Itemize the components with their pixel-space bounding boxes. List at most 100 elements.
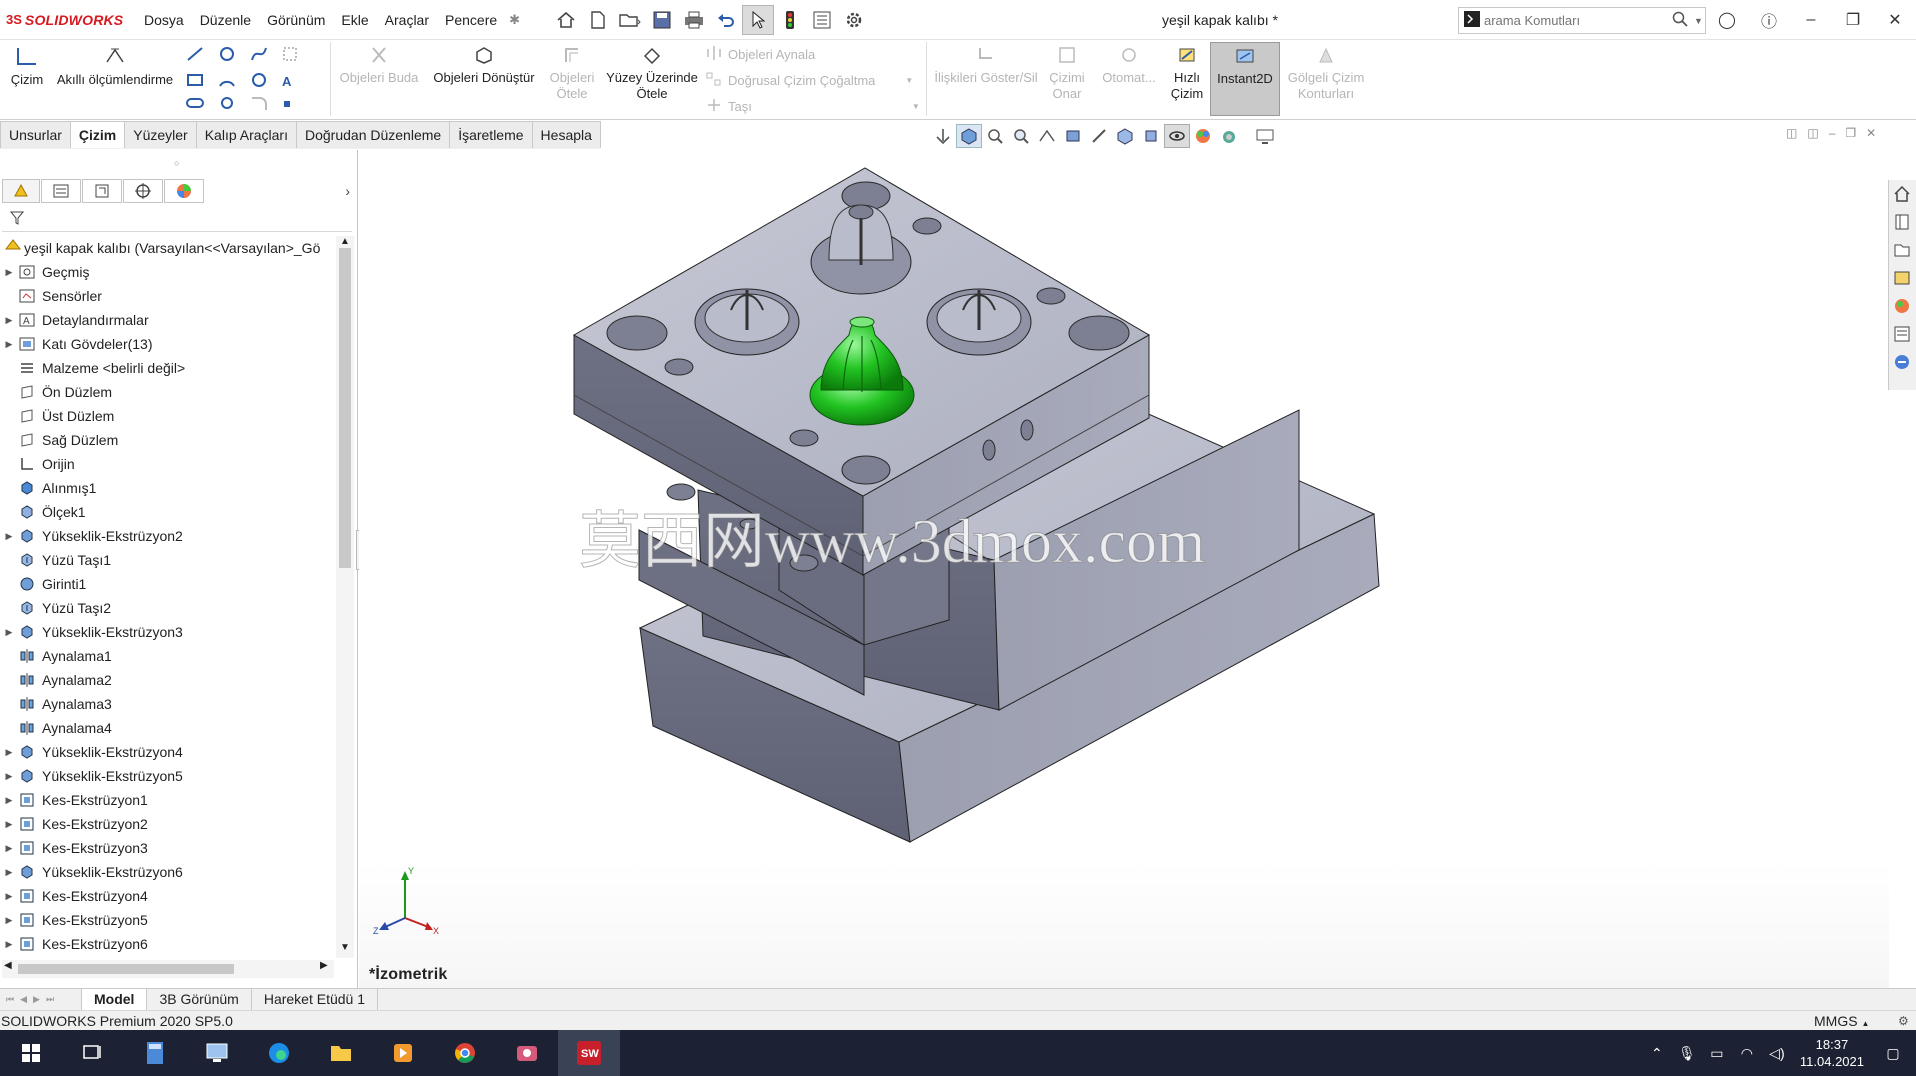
- tree-item[interactable]: ▶ Kes-Ekstrüzyon2: [0, 812, 336, 836]
- expand-arrow-icon[interactable]: ▶: [0, 788, 18, 812]
- computer-icon[interactable]: [186, 1030, 248, 1076]
- tab-mold-tools[interactable]: Kalıp Araçları: [195, 121, 297, 148]
- expand-arrow-icon[interactable]: ▶: [0, 860, 18, 884]
- minimize-icon[interactable]: –: [1790, 11, 1832, 29]
- tab-model[interactable]: Model: [82, 989, 148, 1010]
- scroll-right-icon[interactable]: ▶: [320, 960, 328, 971]
- tree-item[interactable]: Malzeme <belirli değil>: [0, 356, 336, 380]
- smart-dimension-button[interactable]: Akıllı ölçümlendirme: [50, 42, 180, 88]
- tab-motion-study[interactable]: Hareket Etüdü 1: [252, 989, 378, 1010]
- dynamic-annotation-icon[interactable]: [1086, 124, 1112, 148]
- file-properties-icon[interactable]: [806, 5, 838, 35]
- polygon-alt-icon[interactable]: [218, 96, 236, 113]
- file-explorer-icon[interactable]: [1889, 236, 1915, 264]
- solidworks-forum-icon[interactable]: [1889, 348, 1915, 376]
- tree-item[interactable]: ▶ Katı Gövdeler(13): [0, 332, 336, 356]
- view-settings-icon[interactable]: [1252, 124, 1278, 148]
- tree-item[interactable]: Orijin: [0, 452, 336, 476]
- select-pointer-icon[interactable]: [742, 4, 775, 35]
- tree-item[interactable]: ▶ Yükseklik-Ekstrüzyon4: [0, 740, 336, 764]
- doc-restore-icon[interactable]: ❐: [1845, 126, 1856, 140]
- expand-arrow-icon[interactable]: ▶: [0, 932, 18, 956]
- display-manager-tab-icon[interactable]: [164, 179, 204, 203]
- chrome-icon[interactable]: [434, 1030, 496, 1076]
- expand-arrow-icon[interactable]: ▶: [0, 836, 18, 860]
- scroll-up-icon[interactable]: ▲: [340, 236, 350, 247]
- menu-file[interactable]: Dosya: [136, 12, 192, 28]
- view-palette-icon[interactable]: [1889, 264, 1915, 292]
- tree-horizontal-scrollbar[interactable]: ◀ ▶: [2, 960, 334, 978]
- shaded-sketch-contours-button[interactable]: Gölgeli Çizim Konturları: [1284, 42, 1368, 102]
- spline-icon[interactable]: [250, 46, 268, 65]
- tree-item[interactable]: Ölçek1: [0, 500, 336, 524]
- tree-item[interactable]: Yüzü Taşı2: [0, 596, 336, 620]
- linear-pattern-button[interactable]: Doğrusal Çizim Çoğaltma ▼: [706, 72, 913, 89]
- tree-item[interactable]: Üst Düzlem: [0, 404, 336, 428]
- open-folder-icon[interactable]: [614, 5, 646, 35]
- file-explorer-taskbar-icon[interactable]: [310, 1030, 372, 1076]
- tree-item[interactable]: ▶ Kes-Ekstrüzyon5: [0, 908, 336, 932]
- display-relations-button[interactable]: İlişkileri Göster/Sil: [930, 42, 1042, 86]
- close-icon[interactable]: ✕: [1874, 10, 1916, 30]
- notifications-icon[interactable]: ▢: [1878, 1045, 1908, 1062]
- section-view-icon[interactable]: [1060, 124, 1086, 148]
- pin-icon[interactable]: ✱: [509, 12, 520, 28]
- tab-3d-views[interactable]: 3B Görünüm: [147, 989, 252, 1010]
- microphone-icon[interactable]: 🎙: [1672, 1045, 1702, 1062]
- save-icon[interactable]: [646, 5, 678, 35]
- first-tab-icon[interactable]: ⏮: [6, 994, 14, 1005]
- menu-edit[interactable]: Düzenle: [192, 12, 259, 28]
- tree-item[interactable]: ▶ A Detaylandırmalar: [0, 308, 336, 332]
- design-library-icon[interactable]: [1889, 208, 1915, 236]
- convert-entities-button[interactable]: Objeleri Dönüştür: [428, 42, 540, 86]
- appearances-icon[interactable]: [1889, 292, 1915, 320]
- custom-properties-icon[interactable]: [1889, 320, 1915, 348]
- zoom-to-fit-icon[interactable]: [982, 124, 1008, 148]
- tile-left-icon[interactable]: ◫: [1786, 126, 1797, 140]
- home-icon[interactable]: [550, 5, 582, 35]
- expand-arrow-icon[interactable]: ▶: [0, 524, 18, 548]
- volume-icon[interactable]: ◁): [1762, 1045, 1792, 1062]
- auto-button[interactable]: Otomat...: [1094, 42, 1164, 86]
- configuration-manager-tab-icon[interactable]: [82, 179, 122, 203]
- tree-item[interactable]: ▶ Yükseklik-Ekstrüzyon6: [0, 860, 336, 884]
- expand-arrow-icon[interactable]: ▶: [0, 260, 18, 284]
- line-icon[interactable]: [186, 46, 204, 65]
- zoom-to-area-icon[interactable]: [1008, 124, 1034, 148]
- panel-splitter-handle[interactable]: ○: [174, 158, 179, 168]
- search-input[interactable]: [1484, 13, 1664, 28]
- expand-arrow-icon[interactable]: ▶: [0, 740, 18, 764]
- tree-item[interactable]: Alınmış1: [0, 476, 336, 500]
- graphics-area[interactable]: 莫西网www.3dmox.com Y X Z *İzometrik: [359, 150, 1889, 988]
- tree-vertical-scrollbar[interactable]: ▲ ▼: [336, 236, 354, 958]
- tree-item[interactable]: ▶ Geçmiş: [0, 260, 336, 284]
- arc-icon[interactable]: [218, 72, 236, 91]
- chevron-down-icon[interactable]: ▼: [905, 76, 913, 85]
- new-document-icon[interactable]: [582, 5, 614, 35]
- scroll-thumb[interactable]: [339, 248, 351, 568]
- polygon-icon[interactable]: [250, 72, 268, 91]
- menu-tools[interactable]: Araçlar: [377, 12, 437, 28]
- scroll-thumb-horizontal[interactable]: [18, 964, 234, 974]
- chevron-right-icon[interactable]: ›: [345, 183, 350, 199]
- tile-right-icon[interactable]: ◫: [1807, 126, 1818, 140]
- previous-view-icon[interactable]: [1034, 124, 1060, 148]
- print-icon[interactable]: [678, 5, 710, 35]
- doc-minimize-icon[interactable]: –: [1829, 126, 1836, 140]
- tree-item[interactable]: Sağ Düzlem: [0, 428, 336, 452]
- move-entities-button[interactable]: Taşı ▼: [706, 98, 920, 115]
- expand-arrow-icon[interactable]: ▶: [0, 812, 18, 836]
- scroll-down-icon[interactable]: ▼: [340, 942, 350, 953]
- menu-window[interactable]: Pencere: [437, 12, 505, 28]
- solidworks-logo[interactable]: 3S SOLIDWORKS: [6, 12, 136, 28]
- tree-item[interactable]: Aynalama1: [0, 644, 336, 668]
- trim-button[interactable]: Objeleri Buda: [334, 42, 424, 86]
- feature-tree-tab-icon[interactable]: [2, 179, 40, 203]
- rapid-sketch-button[interactable]: Hızlı Çizim: [1166, 42, 1208, 102]
- tab-markup[interactable]: İşaretleme: [449, 121, 533, 148]
- expand-arrow-icon[interactable]: ▶: [0, 332, 18, 356]
- options-gear-icon[interactable]: [838, 5, 870, 35]
- tab-features[interactable]: Unsurlar: [0, 121, 71, 148]
- restore-icon[interactable]: ❐: [1832, 10, 1874, 30]
- next-tab-icon[interactable]: ▶: [33, 994, 40, 1005]
